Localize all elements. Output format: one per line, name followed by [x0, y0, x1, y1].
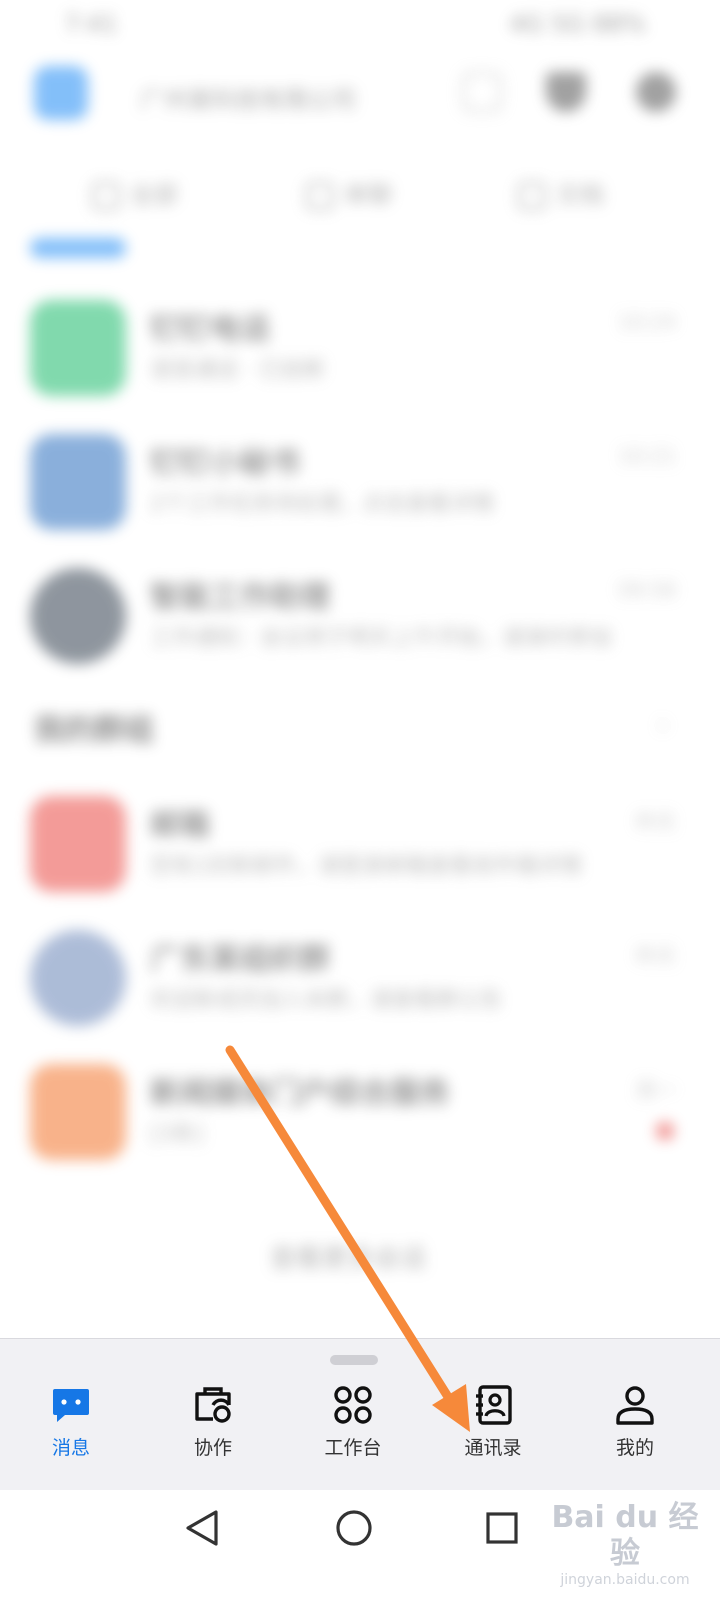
pinned-indicator: [30, 238, 126, 258]
tab-messages[interactable]: 消息: [16, 1383, 126, 1479]
filter-icon: [92, 182, 120, 210]
watermark: Bai du 经验 jingyan.baidu.com: [540, 1500, 710, 1590]
bottom-tab-bar: 消息 协作 工作台 通讯录 我的: [0, 1338, 720, 1490]
unread-dot: [656, 1122, 674, 1140]
grid-icon: [334, 1386, 372, 1424]
avatar: [30, 568, 126, 664]
drag-handle[interactable]: [330, 1355, 378, 1365]
status-bar: 7:41 4G 5G 88%: [0, 0, 720, 50]
chat-preview: 您有1封新邮件，请登录邮箱查看收件箱详情: [150, 854, 582, 879]
chat-row[interactable]: 钉钉小秘书 2个工作任务待处理，点击查看详情 10:21: [0, 426, 720, 546]
chat-time: 昨天: [636, 944, 676, 968]
filter-tab-all[interactable]: 全部: [92, 175, 178, 210]
filter-tabs: 全部 单聊 文档: [0, 165, 720, 225]
chat-title: 钉钉电话: [150, 312, 270, 347]
tab-label: 协作: [193, 1437, 232, 1459]
chat-preview: 语音通话 · 已挂断: [150, 358, 325, 383]
chat-time: 10:21: [618, 444, 676, 468]
recents-icon[interactable]: [484, 1508, 520, 1548]
chat-time: 10:24: [618, 310, 676, 334]
tab-label: 工作台: [324, 1437, 382, 1459]
chat-title: 新闻媒体门户综合服务: [150, 1076, 450, 1111]
chat-row[interactable]: 钉钉电话 语音通话 · 已挂断 10:24: [0, 292, 720, 412]
blurred-message-list: 7:41 4G 5G 88% 广州某科技有限公司 全部 单聊 文档 钉钉电话 语…: [0, 0, 720, 1350]
watermark-brand: Bai du 经验: [551, 1500, 699, 1571]
filter-tab-single[interactable]: 单聊: [306, 175, 392, 210]
tab-contacts[interactable]: 通讯录: [438, 1383, 548, 1479]
message-icon: [53, 1389, 89, 1422]
chat-preview: 工作通知：会议将于明天上午开始，请准时参加: [150, 626, 613, 651]
home-icon[interactable]: [334, 1508, 374, 1548]
contacts-icon: [476, 1385, 512, 1425]
shield-icon[interactable]: [546, 72, 586, 112]
search-icon[interactable]: [462, 72, 502, 112]
app-header: 广州某科技有限公司: [0, 60, 720, 130]
tab-label: 我的: [615, 1437, 654, 1459]
tab-label: 通讯录: [464, 1437, 522, 1459]
chat-title: 钉钉小秘书: [150, 446, 300, 481]
tab-me[interactable]: 我的: [580, 1383, 690, 1479]
mail-avatar: [30, 796, 126, 892]
tab-label: 消息: [51, 1437, 90, 1459]
chat-title: 邮箱: [150, 808, 210, 843]
filter-tab-docs[interactable]: 文档: [518, 175, 604, 210]
chat-row[interactable]: 新闻媒体门户综合服务 [3条] 周一: [0, 1056, 720, 1176]
chat-time: 09:58: [618, 578, 676, 602]
group-avatar: [30, 930, 126, 1026]
more-conversations-link[interactable]: 查看更多会话: [270, 1238, 426, 1275]
chat-preview: 欢迎新成员加入本群，请查看群公告: [150, 988, 503, 1013]
chat-time: 昨天: [636, 810, 676, 834]
person-icon: [616, 1386, 654, 1425]
status-time: 7:41: [64, 10, 118, 38]
avatar: [30, 434, 126, 530]
chat-preview: 2个工作任务待处理，点击查看详情: [150, 492, 494, 517]
org-logo[interactable]: [34, 66, 88, 120]
tab-workbench[interactable]: 工作台: [298, 1383, 408, 1479]
chat-preview: [3条]: [150, 1122, 204, 1147]
org-name[interactable]: 广州某科技有限公司: [140, 80, 356, 115]
chat-row[interactable]: 广东某组织群 欢迎新成员加入本群，请查看群公告 昨天: [0, 922, 720, 1042]
briefcase-icon: [195, 1387, 231, 1423]
back-icon[interactable]: [184, 1508, 220, 1548]
filter-icon: [518, 182, 546, 210]
chat-row[interactable]: 邮箱 您有1封新邮件，请登录邮箱查看收件箱详情 昨天: [0, 788, 720, 908]
chevron-right-icon[interactable]: ›: [658, 710, 668, 740]
filter-icon: [306, 182, 334, 210]
status-indicators: 4G 5G 88%: [509, 10, 646, 38]
watermark-url: jingyan.baidu.com: [560, 1572, 690, 1588]
phone-avatar: [30, 300, 126, 396]
add-icon[interactable]: [636, 72, 676, 112]
chat-title: 智能工作助理: [150, 580, 330, 615]
chat-title: 广东某组织群: [150, 942, 330, 977]
portal-avatar: [30, 1064, 126, 1160]
chat-time: 周一: [636, 1078, 676, 1102]
tab-collaboration[interactable]: 协作: [158, 1383, 268, 1479]
chat-row[interactable]: 智能工作助理 工作通知：会议将于明天上午开始，请准时参加 09:58: [0, 560, 720, 680]
section-title: 我的群组: [34, 713, 154, 748]
